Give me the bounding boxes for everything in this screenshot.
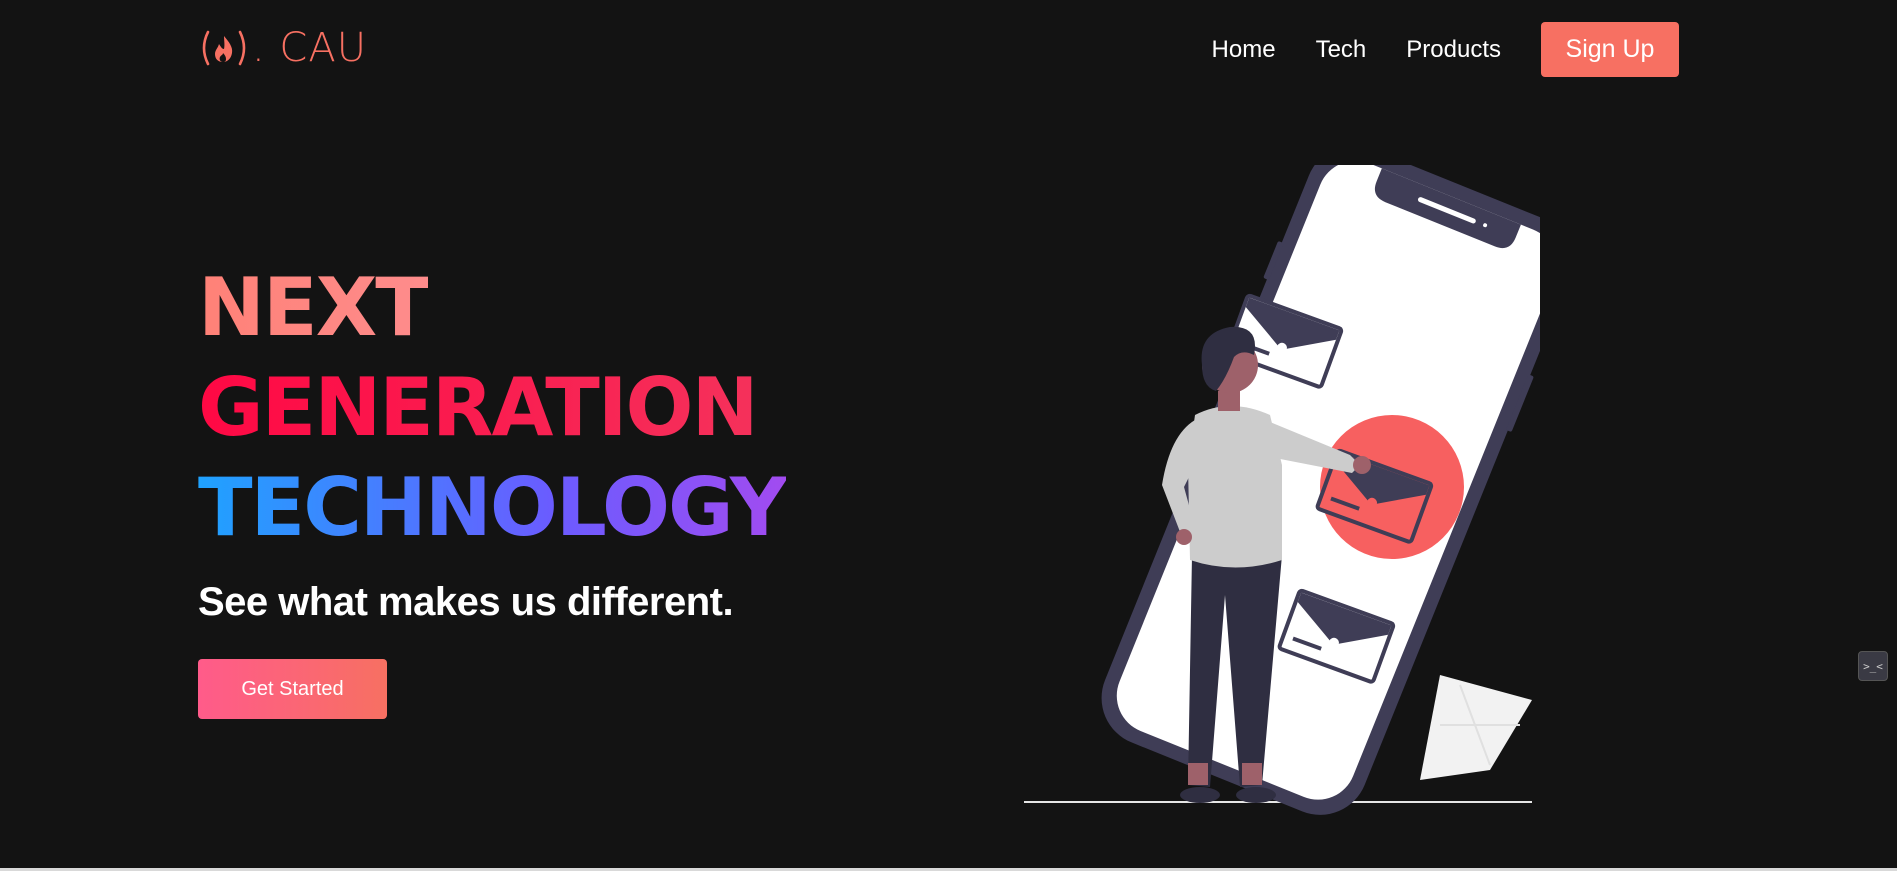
hero-subtitle: See what makes us different. xyxy=(198,580,734,624)
nav-link-tech[interactable]: Tech xyxy=(1316,23,1367,77)
fire-icon xyxy=(202,30,246,66)
headline-line-technology: TECHNOLOGY xyxy=(198,461,788,554)
nav-link-products[interactable]: Products xyxy=(1406,23,1501,77)
hero-headline: NEXT GENERATION TECHNOLOGY xyxy=(198,258,788,558)
sign-up-button[interactable]: Sign Up xyxy=(1541,22,1679,77)
hero-illustration xyxy=(1024,165,1540,815)
logo-text: . CAU xyxy=(252,25,367,71)
nav-links: Home Tech Products Sign Up xyxy=(1212,22,1679,77)
nav-link-home[interactable]: Home xyxy=(1212,23,1276,77)
landing-page: . CAU Home Tech Products Sign Up NEXT GE… xyxy=(0,0,1897,871)
logo[interactable]: . CAU xyxy=(198,26,367,70)
get-started-button[interactable]: Get Started xyxy=(198,659,387,719)
hero-section: NEXT GENERATION TECHNOLOGY See what make… xyxy=(198,258,788,719)
headline-line-generation: GENERATION xyxy=(198,361,759,454)
navbar: . CAU Home Tech Products Sign Up xyxy=(0,0,1897,100)
headline-line-next: NEXT xyxy=(198,261,430,354)
floating-widget-button[interactable]: >_< xyxy=(1858,651,1888,681)
